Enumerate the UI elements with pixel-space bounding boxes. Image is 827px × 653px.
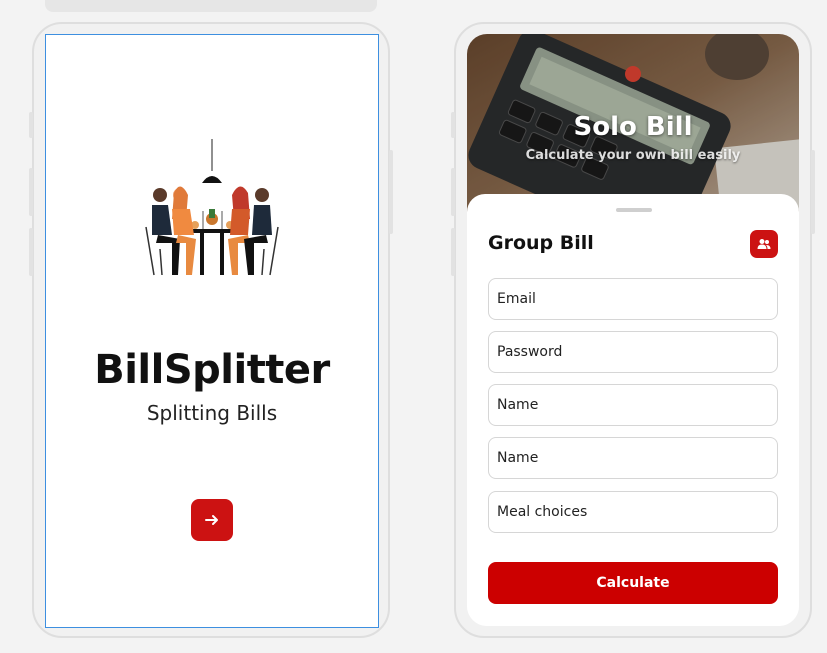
left-phone-power-button — [389, 150, 393, 234]
solo-bill-title: Solo Bill — [573, 112, 693, 142]
name-field-2[interactable] — [489, 450, 777, 466]
calculate-button[interactable]: Calculate — [488, 562, 778, 604]
name-field-2-wrapper — [488, 437, 778, 479]
next-button[interactable] — [191, 499, 233, 541]
sheet-drag-handle[interactable] — [616, 208, 652, 212]
meal-choices-field-wrapper — [488, 491, 778, 533]
left-phone-silent-button — [29, 112, 33, 138]
arrow-right-icon — [205, 515, 218, 525]
left-phone-volume-down-button — [29, 228, 33, 276]
right-phone-power-button — [811, 150, 815, 234]
right-phone-volume-up-button — [451, 168, 455, 216]
bill-form-screen[interactable]: Solo Bill Calculate your own bill easily… — [467, 34, 799, 626]
solo-bill-hero[interactable]: Solo Bill Calculate your own bill easily — [467, 34, 799, 214]
password-field-wrapper — [488, 331, 778, 373]
email-field-wrapper — [488, 278, 778, 320]
users-icon — [757, 239, 771, 249]
left-phone-volume-up-button — [29, 168, 33, 216]
group-members-button[interactable] — [750, 230, 778, 258]
app-subtitle: Splitting Bills — [146, 401, 278, 425]
right-phone-volume-down-button — [451, 228, 455, 276]
solo-bill-subtitle: Calculate your own bill easily — [525, 148, 741, 163]
top-toolbar-strip — [45, 0, 377, 12]
splash-screen[interactable]: BillSplitter Splitting Bills — [45, 34, 379, 628]
name-field-1[interactable] — [489, 397, 777, 413]
app-title: BillSplitter — [94, 347, 330, 393]
name-field-1-wrapper — [488, 384, 778, 426]
right-phone-silent-button — [451, 112, 455, 138]
meal-choices-field[interactable] — [489, 504, 777, 520]
dining-people-illustration — [145, 139, 279, 276]
email-field[interactable] — [489, 291, 777, 307]
password-field[interactable] — [489, 344, 777, 360]
group-bill-title: Group Bill — [488, 232, 594, 254]
group-bill-sheet: Group Bill Calculate — [467, 194, 799, 626]
